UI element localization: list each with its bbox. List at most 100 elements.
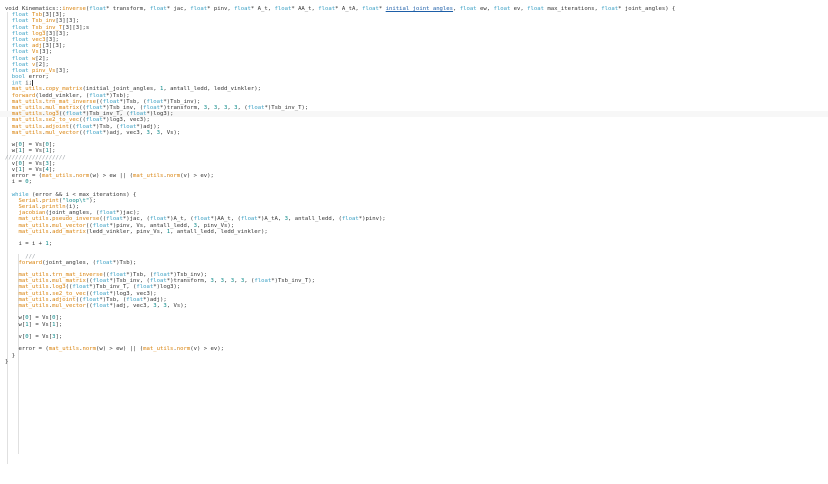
code-token-kw: float — [89, 92, 107, 99]
code-token-pl: ]; — [55, 333, 63, 340]
code-token-fn: println — [42, 204, 66, 210]
code-token-kw: while — [11, 191, 29, 198]
code-token-pl: (( — [79, 117, 86, 124]
code-token-pl: *)log3, vec3); — [109, 290, 157, 297]
code-token-pl: , ( — [244, 278, 255, 285]
code-token-fn: mat_utils — [11, 123, 43, 130]
code-token-cmt: /// — [25, 253, 36, 260]
code-token-pl: * A_tA, — [335, 6, 363, 12]
code-token-kw: float — [11, 49, 29, 56]
code-token-pl: (( — [69, 123, 76, 130]
code-token-pl: (v) > ev); — [180, 173, 214, 180]
code-token-pl: (w) > ew || ( — [89, 173, 133, 180]
code-token-pl: *)Tsb, ( — [119, 98, 147, 105]
code-token-pl: ; — [48, 241, 53, 248]
code-token-fn: Tsb — [31, 12, 43, 19]
code-token-fn: log3 — [45, 111, 59, 118]
code-token-pl: *)Tsb_inv_T, ( — [89, 284, 137, 291]
code-token-pl: (error && i < max_iterations) { — [28, 191, 137, 198]
code-token-fn: add_matrix — [52, 228, 86, 235]
code-token-kw: float — [65, 111, 83, 118]
code-token-kw: float — [493, 6, 511, 12]
code-token-fn: pinv_Vs — [31, 67, 56, 74]
code-token-fn: mat_utils — [18, 303, 49, 309]
code-token-fn: mat_utils — [11, 129, 43, 136]
code-token-pl: , — [217, 105, 225, 111]
code-token-pl: , antall_ledd, ledd_vinkler); — [170, 228, 268, 235]
code-token-pl: (( — [85, 303, 93, 309]
code-token-kw: float — [153, 272, 171, 279]
code-token-pl: ); — [89, 197, 96, 204]
code-token-kw: float — [11, 55, 29, 62]
code-token-fn: norm — [166, 173, 181, 180]
code-token-pl: *)Tsb, ( — [126, 272, 154, 279]
code-token-pl: (( — [58, 111, 66, 118]
code-token-pl: (( — [79, 129, 86, 136]
code-lines[interactable]: void Kinematics::inverse(float* transfor… — [0, 6, 828, 365]
code-token-fn: norm — [82, 346, 96, 353]
code-token-fn: mat_utils — [11, 86, 43, 93]
code-token-kw: float — [11, 61, 29, 68]
code-token-fn: mat_utils — [48, 346, 80, 353]
code-token-fn: Tsb_inv — [31, 18, 56, 25]
code-token-kw: float — [240, 216, 258, 223]
code-token-pl: *)Tsb_inv_T); — [271, 278, 315, 285]
code-token-kw: float — [109, 272, 127, 279]
code-token-fn: forward — [18, 259, 43, 266]
code-token-fn: log3 — [31, 30, 46, 37]
code-token-pl: *)Tsb_inv); — [170, 272, 208, 279]
code-token-kw: float — [143, 105, 160, 111]
code-token-pl: error = ( — [5, 173, 43, 180]
code-token-kw: float — [92, 303, 110, 309]
code-token-pl: (joint_angles, ( — [42, 259, 96, 266]
code-line[interactable]: } — [0, 359, 828, 365]
code-token-fn: mat_utils — [11, 105, 43, 111]
code-token-pl: *)jac); — [116, 210, 140, 217]
code-token-pl: ew, — [476, 6, 494, 12]
code-token-fn: mat_utils — [18, 216, 49, 223]
code-token-fn: mul_vector — [52, 222, 86, 229]
code-token-pl: *)pinv, Vs, antall_ledd, — [109, 222, 194, 229]
code-token-kw: float — [85, 129, 103, 136]
code-token-pl: ev, — [510, 6, 528, 12]
code-token-ul: initial_joint_angles — [385, 6, 454, 12]
code-token-pl: [3]; — [38, 49, 53, 56]
code-token-pl: *)Tsb_inv_T, ( — [82, 111, 130, 118]
code-token-pl: , — [453, 6, 460, 12]
code-token-fn: adj — [31, 43, 43, 50]
code-token-pl: v[ — [5, 166, 19, 173]
code-token-pl: i = — [5, 179, 26, 186]
code-token-pl: , — [213, 278, 221, 285]
code-token-kw: float — [527, 6, 544, 12]
text-cursor — [31, 80, 33, 87]
code-editor[interactable]: void Kinematics::inverse(float* transfor… — [0, 0, 828, 484]
code-token-kw: float — [119, 123, 137, 130]
code-token-pl: * A_t, — [250, 6, 275, 12]
code-token-pl: [3][3]; — [45, 30, 70, 37]
code-token-kw: float — [601, 6, 619, 12]
code-token-pl: *)Tsb_inv, ( — [109, 278, 150, 285]
code-token-kw: float — [247, 105, 265, 111]
code-token-pl: , — [207, 105, 214, 111]
code-token-pl: (initial_joint_angles, — [82, 86, 160, 93]
code-token-pl: *)log3); — [153, 284, 181, 291]
code-token-fn: mat_utils — [18, 290, 49, 297]
code-token-fn: forward — [11, 92, 36, 99]
code-token-pl: *)adj, vec3, — [102, 129, 147, 136]
code-token-pl: [3][3]; — [55, 18, 80, 25]
code-token-fn: mul_matrix — [45, 105, 80, 111]
code-token-kw: float — [136, 284, 154, 291]
